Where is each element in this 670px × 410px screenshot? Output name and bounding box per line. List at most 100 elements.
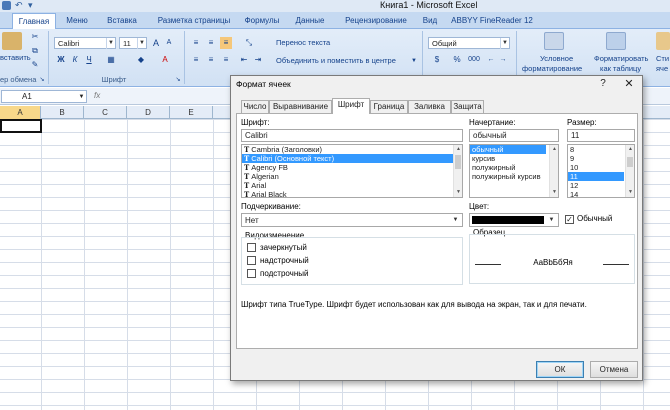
font-list-item[interactable]: T Agency FB — [242, 163, 462, 172]
font-name-input[interactable]: Calibri — [241, 129, 463, 142]
style-list-item[interactable]: полужирный курсив — [470, 172, 558, 181]
clipboard-launcher-icon[interactable]: ↘ — [38, 74, 46, 86]
align-top-icon[interactable]: ≡ — [190, 37, 202, 49]
font-launcher-icon[interactable]: ↘ — [174, 74, 182, 86]
merge-center-button[interactable]: Объединить и поместить в центре — [276, 56, 396, 66]
superscript-checkbox[interactable] — [247, 256, 256, 265]
fill-color-icon[interactable]: ◆ — [134, 54, 148, 66]
number-format-combo[interactable]: Общий ▼ — [428, 37, 510, 49]
tab-page-layout[interactable]: Разметка страницы — [150, 13, 238, 29]
tab-menu[interactable]: Меню — [60, 13, 94, 29]
format-table-label-2[interactable]: как таблицу — [600, 64, 641, 74]
tab-formulas[interactable]: Формулы — [240, 13, 284, 29]
tab-alignment[interactable]: Выравнивание — [269, 100, 332, 113]
close-icon[interactable]: ✕ — [620, 76, 638, 92]
paste-icon[interactable] — [2, 32, 22, 50]
underline-select[interactable]: Нет ▼ — [241, 213, 463, 227]
font-list-scrollbar[interactable]: ▲ ▼ — [453, 145, 462, 197]
formula-input[interactable]: fx — [88, 90, 178, 103]
tab-border[interactable]: Граница — [370, 100, 408, 113]
scroll-down-icon[interactable]: ▼ — [550, 188, 558, 197]
name-box[interactable]: A1 ▼ — [1, 90, 87, 103]
ok-button[interactable]: ОК — [536, 361, 584, 378]
normal-font-checkbox[interactable]: ✓ — [565, 215, 574, 224]
font-list-item[interactable]: T Arial Black — [242, 190, 462, 197]
cond-format-label-2[interactable]: форматирование — [522, 64, 582, 74]
format-painter-icon[interactable]: ✎ — [30, 59, 40, 71]
color-select[interactable]: ▼ — [469, 213, 559, 227]
tab-home[interactable]: Главная — [12, 13, 56, 29]
conditional-format-icon[interactable] — [544, 32, 564, 50]
qa-dropdown-icon[interactable]: ▾ — [28, 1, 37, 10]
subscript-checkbox[interactable] — [247, 269, 256, 278]
tab-abbyy[interactable]: ABBYY FineReader 12 — [450, 13, 534, 29]
tab-protection[interactable]: Защита — [451, 100, 484, 113]
chevron-down-icon[interactable]: ▼ — [77, 91, 86, 103]
align-bottom-icon[interactable]: ≡ — [220, 37, 232, 49]
decrease-decimal-icon[interactable]: → — [498, 54, 508, 66]
align-right-icon[interactable]: ≡ — [220, 54, 232, 66]
increase-decimal-icon[interactable]: ← — [486, 54, 496, 66]
cell-styles-label-2[interactable]: яче — [656, 64, 668, 74]
increase-indent-icon[interactable]: ⇥ — [252, 54, 264, 66]
style-list-item[interactable]: курсив — [470, 154, 558, 163]
align-center-icon[interactable]: ≡ — [205, 54, 217, 66]
column-header-d[interactable]: D — [127, 106, 170, 119]
column-header-e[interactable]: E — [170, 106, 213, 119]
grow-font-icon[interactable]: A — [150, 37, 162, 49]
save-icon[interactable] — [2, 1, 11, 10]
chevron-down-icon[interactable]: ▼ — [106, 38, 115, 49]
scroll-down-icon[interactable]: ▼ — [626, 188, 634, 197]
help-icon[interactable]: ? — [595, 76, 611, 92]
strikethrough-checkbox[interactable] — [247, 243, 256, 252]
chevron-down-icon[interactable]: ▼ — [545, 214, 558, 226]
style-listbox[interactable]: обычный курсив полужирный полужирный кур… — [469, 144, 559, 198]
decrease-indent-icon[interactable]: ⇤ — [238, 54, 250, 66]
cond-format-label-1[interactable]: Условное — [540, 54, 573, 64]
chevron-down-icon[interactable]: ▼ — [410, 55, 418, 67]
chevron-down-icon[interactable]: ▼ — [137, 38, 146, 49]
italic-button[interactable]: К — [70, 54, 80, 66]
paste-button-label[interactable]: вставить — [0, 53, 31, 63]
size-list-scrollbar[interactable]: ▲ ▼ — [625, 145, 634, 197]
font-name-combo[interactable]: Calibri ▼ — [54, 37, 116, 49]
cut-icon[interactable]: ✂ — [30, 31, 40, 43]
style-list-item-selected[interactable]: обычный — [470, 145, 546, 154]
orientation-icon[interactable]: ⤡ — [242, 37, 256, 49]
scroll-thumb[interactable] — [627, 157, 633, 167]
tab-font[interactable]: Шрифт — [332, 98, 370, 114]
cancel-button[interactable]: Отмена — [590, 361, 638, 378]
column-header-c[interactable]: C — [84, 106, 127, 119]
font-list-item[interactable]: T Algerian — [242, 172, 462, 181]
cell-styles-icon[interactable] — [656, 32, 670, 50]
wrap-text-button[interactable]: Перенос текста — [276, 38, 330, 48]
style-list-item[interactable]: полужирный — [470, 163, 558, 172]
shrink-font-icon[interactable]: A — [163, 37, 175, 49]
scroll-up-icon[interactable]: ▲ — [454, 145, 462, 154]
underline-button[interactable]: Ч — [84, 54, 94, 66]
style-input[interactable]: обычный — [469, 129, 559, 142]
tab-data[interactable]: Данные — [292, 13, 328, 29]
scroll-thumb[interactable] — [455, 155, 461, 169]
currency-icon[interactable]: $ — [430, 54, 444, 66]
column-header-a[interactable]: A — [0, 106, 41, 119]
font-size-combo[interactable]: 11 ▼ — [119, 37, 147, 49]
size-listbox[interactable]: 8 9 10 11 12 14 ▲ ▼ — [567, 144, 635, 198]
align-left-icon[interactable]: ≡ — [190, 54, 202, 66]
align-middle-icon[interactable]: ≡ — [205, 37, 217, 49]
cell-styles-label-1[interactable]: Сти — [656, 54, 669, 64]
bold-button[interactable]: Ж — [56, 54, 66, 66]
undo-icon[interactable]: ↶ — [15, 1, 24, 10]
font-list-item-selected[interactable]: T Calibri (Основной текст) — [242, 154, 462, 163]
font-list-item[interactable]: T Cambria (Заголовки) — [242, 145, 462, 154]
format-table-label-1[interactable]: Форматировать — [594, 54, 648, 64]
percent-button[interactable]: % — [452, 54, 462, 66]
font-listbox[interactable]: T Cambria (Заголовки) T Calibri (Основной … — [241, 144, 463, 198]
format-as-table-icon[interactable] — [606, 32, 626, 50]
chevron-down-icon[interactable]: ▼ — [449, 214, 462, 226]
tab-insert[interactable]: Вставка — [100, 13, 144, 29]
scroll-up-icon[interactable]: ▲ — [626, 145, 634, 154]
font-list-item[interactable]: T Arial — [242, 181, 462, 190]
active-cell[interactable] — [0, 119, 42, 133]
scroll-down-icon[interactable]: ▼ — [454, 188, 462, 197]
